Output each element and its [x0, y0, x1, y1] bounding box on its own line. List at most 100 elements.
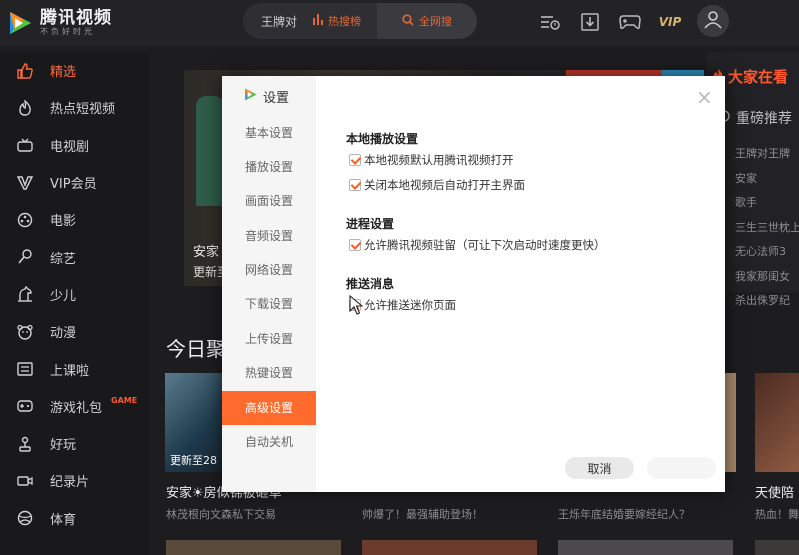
- checkbox[interactable]: [349, 239, 361, 251]
- video-thumbnail[interactable]: [362, 540, 537, 555]
- sidebar-item-game-gifts[interactable]: 游戏礼包 GAME: [0, 388, 150, 425]
- video-subtitle: 林茂根向文森私下交易: [166, 508, 276, 521]
- download-icon[interactable]: [570, 8, 610, 36]
- checkbox[interactable]: [349, 179, 361, 191]
- list-item[interactable]: 歌手: [735, 191, 799, 216]
- hot-search-label: 热搜榜: [328, 15, 361, 28]
- checkbox-label: 关闭本地视频后自动打开主界面: [364, 178, 525, 192]
- checkbox-label: 允许腾讯视频驻留（可让下次启动时速度更快）: [364, 238, 606, 252]
- dialog-title: 设置: [243, 87, 289, 106]
- tab-download-settings[interactable]: 下载设置: [222, 287, 316, 321]
- sidebar-item-featured[interactable]: 精选: [0, 52, 150, 89]
- sidebar-item-label: 体育: [50, 512, 77, 528]
- tencent-video-logo-icon: [243, 87, 258, 106]
- tab-picture-settings[interactable]: 画面设置: [222, 184, 316, 218]
- game-badge: GAME: [111, 395, 138, 405]
- sidebar-item-label: 电视剧: [50, 139, 90, 155]
- sidebar-item-label: 热点短视频: [50, 102, 116, 118]
- confirm-button[interactable]: [647, 457, 716, 479]
- user-icon: [703, 9, 723, 33]
- bear-icon: [16, 323, 34, 341]
- list-item[interactable]: 我家那闺女: [735, 265, 799, 290]
- sidebar-item-label: 纪录片: [50, 475, 90, 491]
- game-icon[interactable]: [610, 8, 650, 36]
- video-title[interactable]: 天使陪: [755, 482, 794, 501]
- sidebar-item-label: 精选: [50, 65, 77, 81]
- vip-label: VIP: [658, 15, 682, 29]
- video-thumbnail[interactable]: [558, 540, 733, 555]
- checkbox-allow-resident[interactable]: 允许腾讯视频驻留（可让下次启动时速度更快）: [349, 237, 606, 253]
- list-item[interactable]: 三生三世枕上: [735, 216, 799, 241]
- banner-caption-title: 安家: [193, 245, 220, 260]
- sidebar-item-label: 电影: [50, 214, 77, 230]
- film-reel-icon: [16, 211, 34, 229]
- whole-search-label: 全网搜: [419, 15, 452, 28]
- tab-network-settings[interactable]: 网络设置: [222, 253, 316, 287]
- list-item[interactable]: 安家: [735, 167, 799, 192]
- banner-figure: [196, 96, 224, 206]
- search-bar[interactable]: 王牌对 热搜榜 全网搜: [243, 3, 477, 39]
- sidebar-item-fun[interactable]: 好玩: [0, 425, 150, 462]
- sidebar-item-label: VIP会员: [50, 177, 97, 193]
- sidebar-item-hot-shorts[interactable]: 热点短视频: [0, 89, 150, 126]
- sidebar-item-sports[interactable]: 体育: [0, 500, 150, 537]
- list-item[interactable]: 王牌对王牌: [735, 142, 799, 167]
- tab-playback-settings[interactable]: 播放设置: [222, 150, 316, 184]
- search-icon: [402, 13, 414, 29]
- hot-search-button[interactable]: 热搜榜: [313, 13, 361, 29]
- camera-icon: [16, 472, 34, 490]
- tab-basic-settings[interactable]: 基本设置: [222, 116, 316, 150]
- mouse-cursor-icon: [349, 294, 364, 319]
- whole-web-search-button[interactable]: 全网搜: [377, 3, 477, 39]
- settings-nav: 设置 基本设置 播放设置 画面设置 音频设置 网络设置 下载设置 上传设置 热键…: [222, 76, 316, 492]
- checkbox-open-main-after-close[interactable]: 关闭本地视频后自动打开主界面: [349, 177, 525, 193]
- video-subtitle: 王烁年底结婚要嫁经纪人？: [558, 508, 690, 521]
- vip-icon[interactable]: VIP: [650, 8, 690, 36]
- checkbox-label: 本地视频默认用腾讯视频打开: [364, 153, 514, 167]
- sidebar-item-documentary[interactable]: 纪录片: [0, 462, 150, 499]
- app-slogan: 不负好时光: [40, 27, 95, 36]
- sidebar-item-label: 游戏礼包: [50, 400, 103, 416]
- settings-dialog: 设置 基本设置 播放设置 画面设置 音频设置 网络设置 下载设置 上传设置 热键…: [222, 76, 725, 492]
- cancel-button[interactable]: 取消: [565, 457, 634, 479]
- close-icon[interactable]: ×: [696, 87, 713, 107]
- avatar[interactable]: [697, 5, 729, 37]
- top-bar: 腾讯视频 不负好时光 王牌对 热搜榜 全网搜 VIP: [0, 0, 799, 46]
- search-input[interactable]: 王牌对: [243, 13, 313, 30]
- video-thumbnail[interactable]: [755, 373, 799, 472]
- tab-upload-settings[interactable]: 上传设置: [222, 322, 316, 356]
- fire-icon: [16, 99, 34, 117]
- tv-icon: [16, 136, 34, 154]
- app-name: 腾讯视频: [40, 8, 112, 28]
- gamepad-icon: [16, 397, 34, 415]
- ball-icon: [16, 509, 34, 527]
- section-title-push: 推送消息: [346, 277, 395, 291]
- sidebar-item-kids[interactable]: 少儿: [0, 276, 150, 313]
- checkbox-allow-mini-page[interactable]: 允许推送迷你页面: [349, 297, 456, 313]
- sidebar-item-classes[interactable]: 上课啦: [0, 350, 150, 387]
- video-subtitle: 帅爆了！最强辅助登场！: [362, 508, 483, 521]
- video-thumbnail[interactable]: [755, 540, 799, 555]
- tab-audio-settings[interactable]: 音频设置: [222, 219, 316, 253]
- checkbox-open-local-with-tencent[interactable]: 本地视频默认用腾讯视频打开: [349, 152, 514, 168]
- recommend-subtitle: 重磅推荐: [718, 108, 792, 128]
- sidebar-item-vip[interactable]: VIP会员: [0, 164, 150, 201]
- history-icon[interactable]: [530, 8, 570, 36]
- list-item[interactable]: 杀出侏罗纪: [735, 289, 799, 314]
- tab-auto-shutdown[interactable]: 自动关机: [222, 425, 316, 459]
- sidebar-item-movies[interactable]: 电影: [0, 201, 150, 238]
- microphone-icon: [16, 248, 34, 266]
- bar-chart-icon: [313, 14, 324, 28]
- tab-hotkey-settings[interactable]: 热键设置: [222, 356, 316, 390]
- sidebar-item-tv-series[interactable]: 电视剧: [0, 127, 150, 164]
- sidebar-item-variety[interactable]: 综艺: [0, 238, 150, 275]
- tab-advanced-settings[interactable]: 高级设置: [222, 391, 316, 425]
- sidebar-item-label: 综艺: [50, 251, 77, 267]
- today-section-title: 今日聚: [166, 337, 226, 361]
- sidebar-item-anime[interactable]: 动漫: [0, 313, 150, 350]
- checkbox[interactable]: [349, 154, 361, 166]
- list-item[interactable]: 无心法师3: [735, 240, 799, 265]
- app-logo[interactable]: 腾讯视频 不负好时光: [6, 6, 146, 40]
- video-thumbnail[interactable]: [166, 540, 341, 555]
- section-title-local-play: 本地播放设置: [346, 132, 419, 146]
